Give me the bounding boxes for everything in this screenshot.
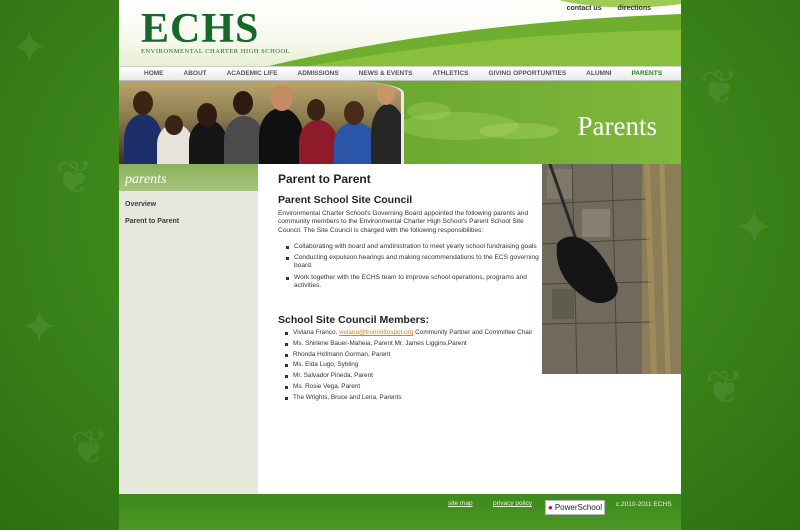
background-leaf-decoration: ❦ [70,420,109,474]
top-links: contact us directions [553,5,651,12]
sidebar-item-overview[interactable]: Overview [125,201,252,208]
echs-logo[interactable]: ECHS ENVIRONMENTAL CHARTER HIGH SCHOOL [141,8,290,55]
privacy-policy-link[interactable]: privacy policy [493,500,532,507]
apple-icon: ● [548,503,553,512]
list-item: Conducting expulsion hearings and making… [286,254,546,271]
logo-subtitle: ENVIRONMENTAL CHARTER HIGH SCHOOL [141,48,291,55]
council-heading: Parent School Site Council [278,194,413,206]
background-leaf-decoration: ❦ [55,150,94,204]
members-heading: School Site Council Members: [278,314,430,327]
list-item: Work together with the ECHS team to impr… [286,274,546,291]
page-container: ECHS ENVIRONMENTAL CHARTER HIGH SCHOOL c… [119,0,681,494]
list-item: Ms. Shirlene Bauer-Maheia, Parent Mr. Ja… [285,340,546,348]
list-item: Mr. Salvador Pineda, Parent [285,372,546,380]
list-item: Collaborating with board and amdinistrat… [286,243,546,251]
list-item: Ms. Rosie Vega, Parent [285,383,546,391]
powerschool-label: PowerSchool [554,503,602,512]
nav-item-academic-life[interactable]: ACADEMIC LIFE [227,70,278,77]
background-leaf-decoration: ✦ [20,300,59,354]
sidebar-header: parents [119,164,258,191]
banner-title: Parents [577,111,657,141]
background-leaf-decoration: ✦ [735,200,774,254]
page-banner: Parents [119,81,681,164]
nav-item-alumni[interactable]: ALUMNI [586,70,611,77]
parents-group-photo [119,81,404,164]
site-map-link[interactable]: site map [448,500,473,507]
site-footer: site map privacy policy ● PowerSchool c.… [119,494,681,530]
background-leaf-decoration: ❦ [700,60,739,114]
page-title: Parent to Parent [278,172,371,186]
responsibilities-list: Collaborating with board and amdinistrat… [286,243,546,290]
member-role: Community Partner and Committee Chair [413,329,533,337]
background-leaf-decoration: ✦ [10,20,49,74]
directions-link[interactable]: directions [618,5,651,12]
members-list: Viviana Franco, viviana@fromlottospot.or… [285,329,546,401]
broom-photo-graphic [542,164,681,374]
member-name: Viviana Franco, [293,329,340,337]
background-leaf-decoration: ❦ [705,360,744,414]
nav-item-home[interactable]: HOME [144,70,164,77]
member-email-link[interactable]: viviana@fromlottospot.org [339,329,413,336]
list-item: Rhonda Hofmann Gorman, Parent [285,351,546,359]
nav-item-about[interactable]: ABOUT [184,70,207,77]
list-item: Ms. Elda Lugo, Sybling [285,361,546,369]
broom-sweeping-photo [542,164,681,374]
sidebar: parents Overview Parent to Parent [119,164,258,494]
copyright-text: c.2010-2011 ECHS [616,501,672,508]
logo-text: ECHS [141,6,260,52]
sidebar-item-parent-to-parent[interactable]: Parent to Parent [125,218,252,225]
contact-us-link[interactable]: contact us [567,5,602,12]
nav-item-admissions[interactable]: ADMISSIONS [298,70,339,77]
nav-item-giving-opportunities[interactable]: GIVING OPPORTUNITIES [489,70,567,77]
nav-item-parents[interactable]: PARENTS [631,70,662,77]
main-navigation: HOME ABOUT ACADEMIC LIFE ADMISSIONS NEWS… [119,66,681,81]
site-header: ECHS ENVIRONMENTAL CHARTER HIGH SCHOOL c… [119,0,681,66]
main-content: Parent to Parent Parent School Site Coun… [278,172,546,404]
list-item: Viviana Franco, viviana@fromlottospot.or… [285,329,546,337]
intro-paragraph: Environmental Charter School's Governing… [278,210,529,234]
list-item: The Wrights, Bruce and Lena, Parents [285,394,546,402]
nav-item-news-events[interactable]: NEWS & EVENTS [359,70,413,77]
powerschool-button[interactable]: ● PowerSchool [545,500,605,515]
sidebar-menu: Overview Parent to Parent [119,191,258,245]
nav-item-athletics[interactable]: ATHLETICS [433,70,469,77]
